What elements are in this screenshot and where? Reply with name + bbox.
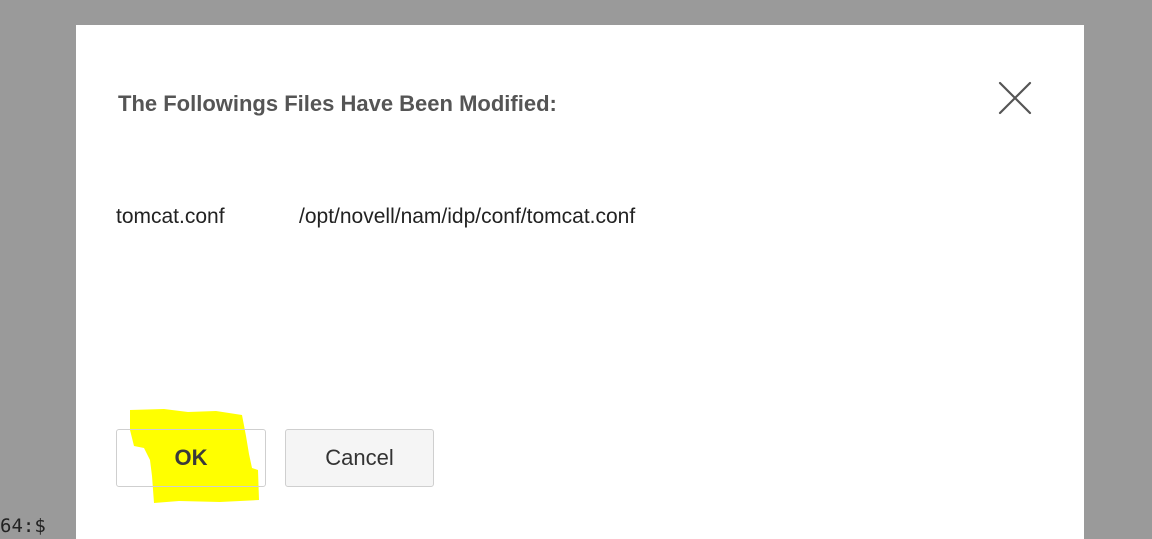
close-button[interactable] bbox=[996, 79, 1034, 117]
file-path: /opt/novell/nam/idp/conf/tomcat.conf bbox=[299, 205, 636, 228]
background-terminal-text: 64:$ bbox=[0, 515, 46, 537]
file-name: tomcat.conf bbox=[116, 205, 225, 228]
close-x-icon bbox=[998, 81, 1032, 115]
modified-file-row: tomcat.conf/opt/novell/nam/idp/conf/tomc… bbox=[116, 205, 635, 229]
ok-button[interactable]: OK bbox=[116, 429, 266, 487]
cancel-button[interactable]: Cancel bbox=[285, 429, 434, 487]
modified-files-dialog: The Followings Files Have Been Modified:… bbox=[76, 25, 1084, 539]
dialog-title: The Followings Files Have Been Modified: bbox=[118, 91, 557, 116]
